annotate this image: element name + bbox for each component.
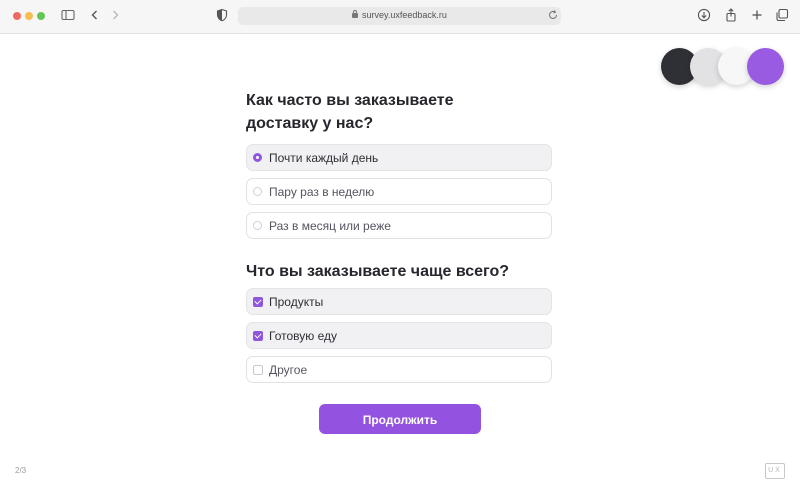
new-tab-icon[interactable] bbox=[750, 8, 766, 24]
question-1-title: Как часто вы заказываете доставку у нас? bbox=[246, 89, 556, 135]
lock-icon bbox=[352, 10, 359, 18]
privacy-shield-icon[interactable] bbox=[215, 8, 231, 24]
uxfeedback-logo: UX bbox=[765, 463, 785, 479]
q1-option-daily[interactable]: Почти каждый день bbox=[246, 144, 552, 171]
q1-option-monthly[interactable]: Раз в месяц или реже bbox=[246, 212, 552, 239]
q1-option-weekly[interactable]: Пару раз в неделю bbox=[246, 178, 552, 205]
address-bar[interactable]: survey.uxfeedback.ru bbox=[238, 7, 561, 25]
q2-option-ready-food[interactable]: Готовую еду bbox=[246, 322, 552, 349]
theme-swatch-purple[interactable] bbox=[747, 48, 784, 85]
option-label: Пару раз в неделю bbox=[269, 185, 375, 199]
question-2-title: Что вы заказываете чаще всего? bbox=[246, 263, 510, 280]
option-label: Другое bbox=[269, 363, 308, 377]
radio-button-selected[interactable] bbox=[253, 153, 262, 162]
option-label: Раз в месяц или реже bbox=[269, 219, 391, 233]
question-1-title-line1: Как часто вы заказываете bbox=[246, 92, 454, 109]
url-text: survey.uxfeedback.ru bbox=[362, 10, 447, 20]
browser-toolbar: survey.uxfeedback.ru bbox=[0, 0, 800, 34]
tab-overview-icon[interactable] bbox=[775, 8, 791, 24]
zoom-window-button[interactable] bbox=[37, 12, 45, 20]
option-label: Готовую еду bbox=[269, 329, 337, 343]
checkbox-checked[interactable] bbox=[253, 297, 263, 307]
q2-option-other[interactable]: Другое bbox=[246, 356, 552, 383]
minimize-window-button[interactable] bbox=[25, 12, 33, 20]
url-display: survey.uxfeedback.ru bbox=[238, 10, 561, 20]
q2-option-groceries[interactable]: Продукты bbox=[246, 288, 552, 315]
continue-button[interactable]: Продолжить bbox=[319, 404, 481, 434]
sidebar-icon[interactable] bbox=[61, 8, 77, 24]
reload-icon[interactable] bbox=[547, 9, 559, 21]
progress-indicator: 2/3 bbox=[15, 466, 27, 475]
forward-icon[interactable] bbox=[108, 8, 124, 24]
back-icon[interactable] bbox=[88, 8, 104, 24]
checkbox[interactable] bbox=[253, 365, 263, 375]
option-label: Продукты bbox=[269, 295, 324, 309]
checkbox-checked[interactable] bbox=[253, 331, 263, 341]
question-1-title-line2: доставку у нас? bbox=[246, 115, 374, 132]
share-icon[interactable] bbox=[724, 8, 740, 24]
radio-button[interactable] bbox=[253, 221, 262, 230]
downloads-icon[interactable] bbox=[697, 8, 713, 24]
close-window-button[interactable] bbox=[13, 12, 21, 20]
radio-button[interactable] bbox=[253, 187, 262, 196]
option-label: Почти каждый день bbox=[269, 151, 379, 165]
